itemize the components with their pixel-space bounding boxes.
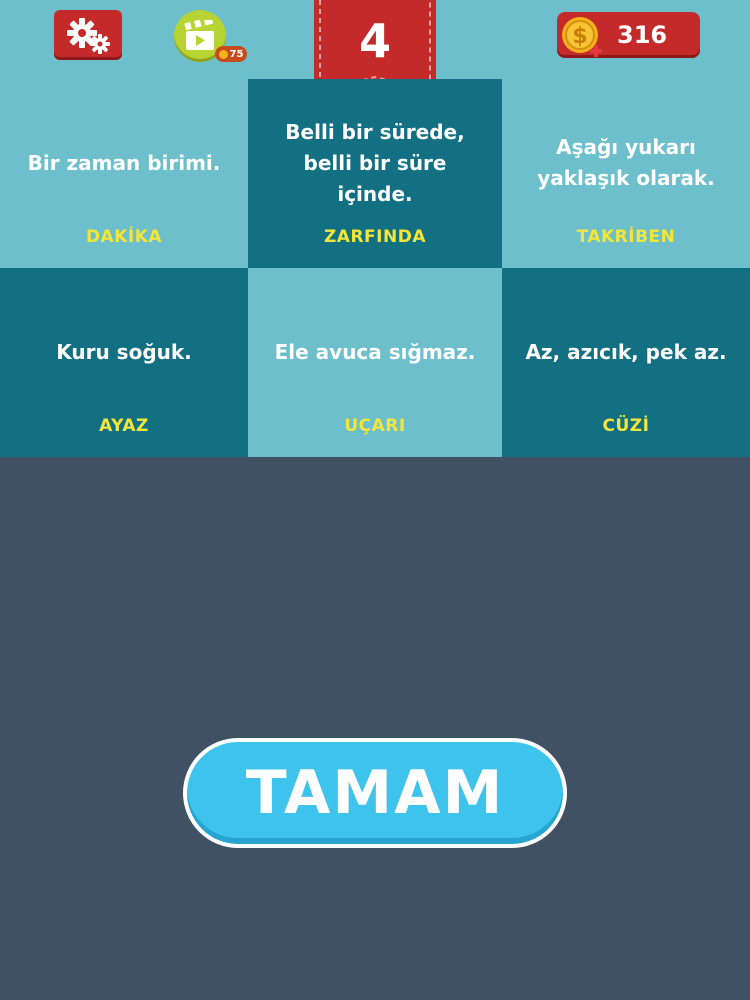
coin-icon xyxy=(218,49,228,59)
answer-text: CÜZİ xyxy=(602,416,650,436)
video-clapper-icon xyxy=(184,20,214,50)
clue-cell[interactable]: Belli bir sürede, belli bir süre içinde.… xyxy=(248,79,502,268)
clue-text: Az, azıcık, pek az. xyxy=(525,339,727,364)
clue-text: Aşağı yukarı yaklaşık olarak. xyxy=(537,135,715,190)
answer-text: ZARFINDA xyxy=(323,227,426,247)
clue-cell[interactable]: Az, azıcık, pek az. CÜZİ xyxy=(502,268,750,457)
clue-cell[interactable]: Ele avuca sığmaz. UÇARI xyxy=(248,268,502,457)
svg-text:$: $ xyxy=(572,24,587,49)
video-reward-badge: 75 xyxy=(215,46,247,62)
clue-text: Bir zaman birimi. xyxy=(27,150,221,175)
clue-text: Belli bir sürede, belli bir süre içinde. xyxy=(285,119,465,206)
level-number: 4 xyxy=(358,14,391,68)
answer-text: TAKRİBEN xyxy=(576,227,676,247)
clue-cell[interactable]: Bir zaman birimi. DAKİKA xyxy=(0,79,248,268)
clue-cell[interactable]: Kuru soğuk. AYAZ xyxy=(0,268,248,457)
gears-icon xyxy=(67,18,110,54)
settings-button[interactable] xyxy=(54,10,122,60)
ok-button[interactable]: TAMAM xyxy=(183,738,567,848)
coin-icon: $ xyxy=(562,17,602,57)
answer-text: UÇARI xyxy=(344,416,406,436)
clue-text: Kuru soğuk. xyxy=(56,339,192,364)
answer-text: AYAZ xyxy=(99,416,149,436)
coin-panel[interactable]: $ 316 xyxy=(557,12,700,58)
clue-grid: Bir zaman birimi. DAKİKA Belli bir süred… xyxy=(0,79,750,457)
answer-text: DAKİKA xyxy=(85,227,163,247)
video-reward-amount: 75 xyxy=(229,48,244,60)
clue-cell[interactable]: Aşağı yukarı yaklaşık olarak. TAKRİBEN xyxy=(502,79,750,268)
clue-text: Ele avuca sığmaz. xyxy=(274,339,476,364)
coin-count: 316 xyxy=(617,21,668,49)
